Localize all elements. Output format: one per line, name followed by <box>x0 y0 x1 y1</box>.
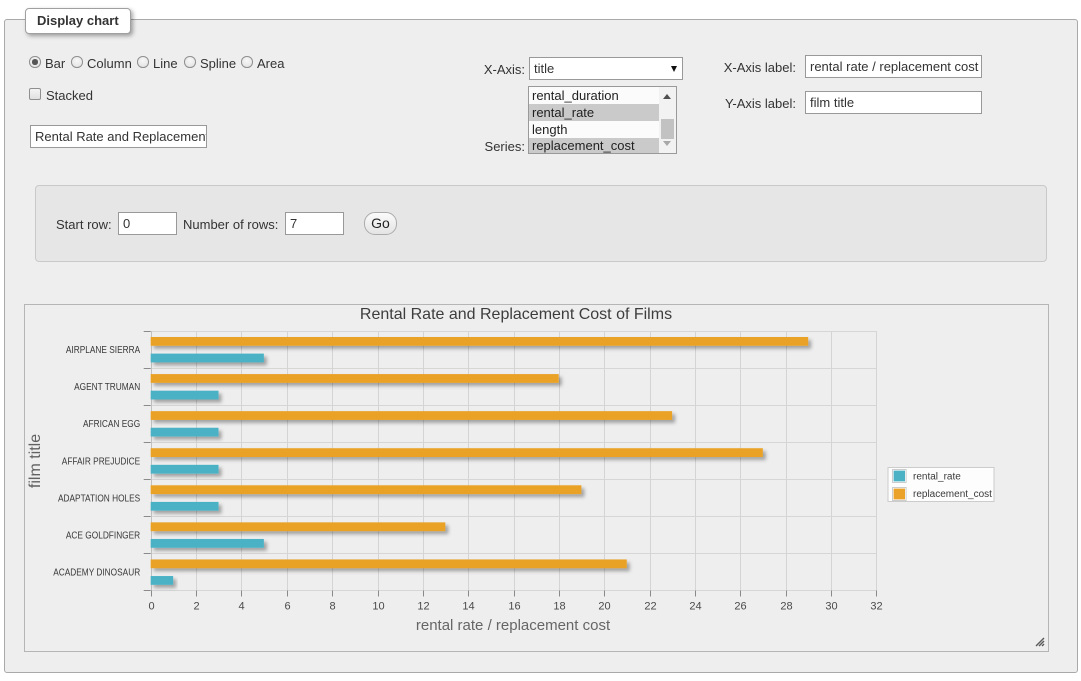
svg-text:30: 30 <box>825 601 837 613</box>
svg-text:ADAPTATION HOLES: ADAPTATION HOLES <box>58 493 140 504</box>
svg-text:6: 6 <box>284 601 290 613</box>
svg-text:AFRICAN EGG: AFRICAN EGG <box>83 419 140 430</box>
svg-text:2: 2 <box>193 601 199 613</box>
svg-text:12: 12 <box>417 601 429 613</box>
svg-text:22: 22 <box>644 601 656 613</box>
svg-text:AIRPLANE SIERRA: AIRPLANE SIERRA <box>66 345 141 356</box>
svg-text:10: 10 <box>372 601 384 613</box>
svg-text:AFFAIR PREJUDICE: AFFAIR PREJUDICE <box>62 456 141 467</box>
svg-text:ACADEMY DINOSAUR: ACADEMY DINOSAUR <box>53 567 140 578</box>
svg-text:4: 4 <box>238 601 244 613</box>
svg-text:rental_rate: rental_rate <box>913 472 961 483</box>
svg-text:8: 8 <box>329 601 335 613</box>
svg-text:replacement_cost: replacement_cost <box>913 489 992 500</box>
svg-text:28: 28 <box>780 601 792 613</box>
svg-text:24: 24 <box>689 601 701 613</box>
svg-text:26: 26 <box>734 601 746 613</box>
svg-text:Rental Rate and Replacement Co: Rental Rate and Replacement Cost of Film… <box>360 306 672 323</box>
svg-text:20: 20 <box>598 601 610 613</box>
svg-text:32: 32 <box>870 601 882 613</box>
svg-text:AGENT TRUMAN: AGENT TRUMAN <box>74 382 140 393</box>
svg-text:ACE GOLDFINGER: ACE GOLDFINGER <box>66 530 140 541</box>
svg-text:0: 0 <box>148 601 154 613</box>
svg-text:rental rate / replacement cost: rental rate / replacement cost <box>416 617 611 634</box>
svg-text:16: 16 <box>508 601 520 613</box>
svg-text:18: 18 <box>553 601 565 613</box>
svg-text:film title: film title <box>27 434 44 488</box>
svg-text:14: 14 <box>462 601 474 613</box>
